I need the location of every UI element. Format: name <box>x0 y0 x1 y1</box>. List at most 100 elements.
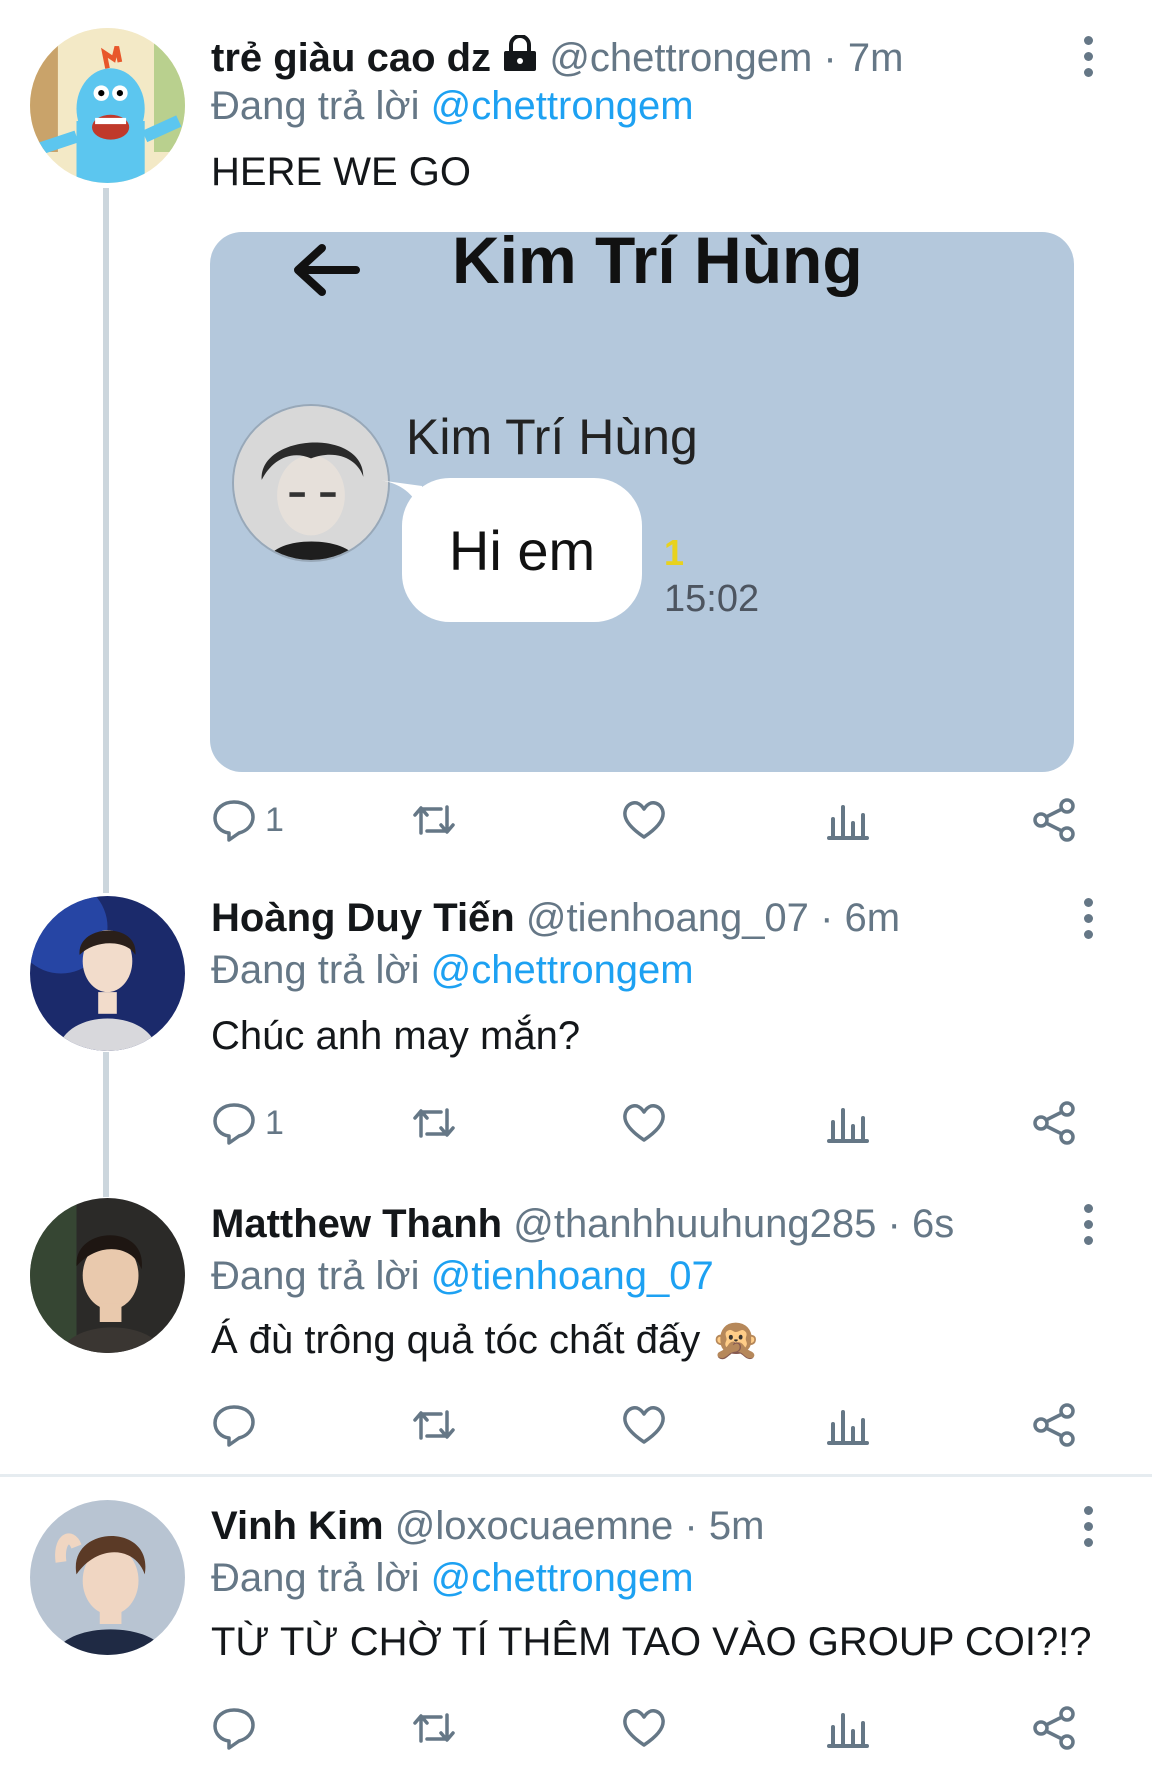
like-icon <box>623 801 665 839</box>
share-button[interactable] <box>1031 1397 1077 1453</box>
avatar-photo <box>30 1198 185 1353</box>
share-button[interactable] <box>1031 792 1077 848</box>
chat-avatar <box>232 404 390 562</box>
back-arrow-icon <box>294 244 360 296</box>
reply-context: Đang trả lời @chettrongem <box>211 82 694 130</box>
reply-prefix: Đang trả lời <box>211 1254 420 1298</box>
tweet-text-body: Á đù trông quả tóc chất đấy <box>211 1318 701 1362</box>
tweet-divider <box>0 1474 1152 1477</box>
avatar-cartoon-image <box>30 28 185 183</box>
tweet-header: Hoàng Duy Tiến @tienhoang_07 · 6m <box>211 894 900 942</box>
retweet-icon <box>413 1713 455 1743</box>
reply-count: 1 <box>265 800 284 839</box>
chat-title: Kim Trí Hùng <box>452 232 863 297</box>
analytics-icon <box>827 805 869 840</box>
tweet-text: Á đù trông quả tóc chất đấy 🙊 <box>211 1316 761 1364</box>
like-button[interactable] <box>621 1700 667 1756</box>
like-icon <box>623 1709 665 1747</box>
share-button[interactable] <box>1031 1700 1077 1756</box>
retweet-button[interactable] <box>411 1700 457 1756</box>
tweet-header: Matthew Thanh @thanhhuuhung285 · 6s <box>211 1200 954 1248</box>
retweet-icon <box>413 805 455 835</box>
analytics-button[interactable] <box>824 1397 870 1453</box>
reply-mention[interactable]: @tienhoang_07 <box>431 1254 714 1298</box>
message-time: 15:02 <box>664 578 760 620</box>
reply-button[interactable]: 1 <box>211 792 284 848</box>
share-button[interactable] <box>1031 1095 1077 1151</box>
more-icon[interactable] <box>1078 1202 1098 1248</box>
display-name[interactable]: Hoàng Duy Tiến <box>211 896 515 940</box>
tweet-media[interactable]: Kim Trí Hùng Kim Trí Hùng Hi em 1 15:02 <box>210 232 1074 772</box>
retweet-icon <box>413 1108 455 1138</box>
like-icon <box>623 1104 665 1142</box>
timestamp[interactable]: · 6m <box>820 896 900 940</box>
more-icon[interactable] <box>1078 1504 1098 1550</box>
chat-bubble: Hi em <box>402 478 642 622</box>
reply-button[interactable] <box>211 1700 265 1756</box>
timestamp[interactable]: · 7m <box>823 36 903 80</box>
reply-context: Đang trả lời @tienhoang_07 <box>211 1252 714 1300</box>
retweet-icon <box>413 1410 455 1440</box>
share-icon <box>1033 1403 1075 1447</box>
tweet-header: Vinh Kim @loxocuaemne · 5m <box>211 1502 764 1550</box>
analytics-button[interactable] <box>824 1095 870 1151</box>
handle[interactable]: @chettrongem <box>549 36 812 80</box>
share-icon <box>1033 1101 1075 1145</box>
tweet[interactable]: Hoàng Duy Tiến @tienhoang_07 · 6m Đang t… <box>0 880 1152 1180</box>
reply-mention[interactable]: @chettrongem <box>431 948 694 992</box>
tweet[interactable]: trẻ giàu cao dz @chettrongem · 7m Đang t… <box>0 0 1152 880</box>
tweet-header: trẻ giàu cao dz @chettrongem · 7m <box>211 34 903 82</box>
handle[interactable]: @thanhhuuhung285 <box>513 1202 876 1246</box>
avatar[interactable] <box>30 896 185 1051</box>
analytics-button[interactable] <box>824 1700 870 1756</box>
reply-mention[interactable]: @chettrongem <box>431 84 694 128</box>
tweet[interactable]: Vinh Kim @loxocuaemne · 5m Đang trả lời … <box>0 1478 1152 1781</box>
tweet[interactable]: Matthew Thanh @thanhhuuhung285 · 6s Đang… <box>0 1180 1152 1475</box>
display-name[interactable]: Matthew Thanh <box>211 1202 502 1246</box>
reply-prefix: Đang trả lời <box>211 948 420 992</box>
like-button[interactable] <box>621 1095 667 1151</box>
retweet-button[interactable] <box>411 1095 457 1151</box>
display-name[interactable]: trẻ giàu cao dz <box>211 36 491 80</box>
analytics-icon <box>827 1410 869 1445</box>
tweet-actions <box>211 1397 1091 1453</box>
analytics-button[interactable] <box>824 792 870 848</box>
like-button[interactable] <box>621 792 667 848</box>
reply-mention[interactable]: @chettrongem <box>431 1556 694 1600</box>
reply-icon <box>213 1103 255 1145</box>
display-name[interactable]: Vinh Kim <box>211 1504 384 1548</box>
reply-icon <box>213 1405 255 1447</box>
see-no-evil-monkey-emoji: 🙊 <box>711 1318 762 1362</box>
reply-context: Đang trả lời @chettrongem <box>211 1554 694 1602</box>
tweet-text: Chúc anh may mắn? <box>211 1014 581 1058</box>
share-icon <box>1033 1706 1075 1750</box>
timestamp[interactable]: · 6s <box>888 1202 955 1246</box>
chat-sender-name: Kim Trí Hùng <box>406 409 698 465</box>
reply-button[interactable] <box>211 1397 265 1453</box>
avatar-photo <box>30 1500 185 1655</box>
like-icon <box>623 1406 665 1444</box>
like-button[interactable] <box>621 1397 667 1453</box>
reply-icon <box>213 1708 255 1750</box>
retweet-button[interactable] <box>411 1397 457 1453</box>
avatar-photo <box>30 896 185 1051</box>
tweet-actions: 1 <box>211 1095 1091 1151</box>
reply-prefix: Đang trả lời <box>211 1556 420 1600</box>
tweet-actions: 1 <box>211 792 1091 848</box>
avatar[interactable] <box>30 28 185 183</box>
handle[interactable]: @loxocuaemne <box>395 1504 674 1548</box>
tweet-text: HERE WE GO <box>211 150 472 194</box>
timestamp[interactable]: · 5m <box>684 1504 764 1548</box>
handle[interactable]: @tienhoang_07 <box>526 896 809 940</box>
avatar[interactable] <box>30 1500 185 1655</box>
avatar[interactable] <box>30 1198 185 1353</box>
more-icon[interactable] <box>1078 896 1098 942</box>
retweet-button[interactable] <box>411 792 457 848</box>
unread-count: 1 <box>664 532 685 573</box>
more-icon[interactable] <box>1078 34 1098 80</box>
reply-count: 1 <box>265 1103 284 1142</box>
reply-button[interactable]: 1 <box>211 1095 284 1151</box>
tweet-text: TỪ TỪ CHỜ TÍ THÊM TAO VÀO GROUP COI?!? <box>211 1620 1092 1664</box>
tweet-actions <box>211 1700 1091 1756</box>
share-icon <box>1033 798 1075 842</box>
